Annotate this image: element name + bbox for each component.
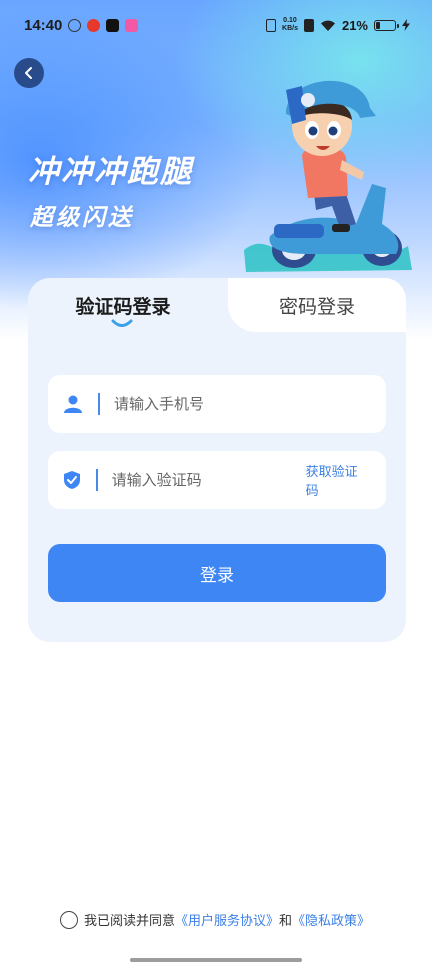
vibrate-icon (266, 18, 277, 32)
brand-title: 冲冲冲跑腿 (28, 154, 193, 190)
tab-active-indicator (111, 319, 133, 327)
app-badge-icon (125, 18, 139, 32)
status-bar: 14:40 0.10 KB/s 21% (0, 0, 432, 50)
phone-field (48, 375, 386, 433)
tiktok-icon (106, 18, 120, 32)
code-field: 获取验证码 (48, 451, 386, 509)
home-indicator[interactable] (130, 958, 302, 962)
login-button[interactable]: 登录 (48, 544, 386, 602)
battery-fill (376, 21, 380, 29)
login-card: 验证码登录 密码登录 获取验证码 登录 (28, 278, 406, 642)
get-code-button[interactable]: 获取验证码 (306, 461, 360, 499)
chevron-left-icon (25, 67, 32, 79)
net-speed-unit: KB/s (282, 25, 298, 32)
tab-password-login[interactable]: 密码登录 (228, 292, 406, 319)
tab-sms-login[interactable]: 验证码登录 (28, 292, 218, 319)
wifi-icon (320, 20, 335, 31)
agreement-and: 和 (279, 914, 293, 929)
charging-icon (402, 19, 410, 31)
delivery-rider-mascot (244, 80, 412, 272)
code-input[interactable] (111, 471, 306, 489)
status-right: 0.10 KB/s 21% (266, 17, 410, 33)
agreement-prefix: 我已阅读并同意 (84, 914, 176, 929)
net-speed: 0.10 KB/s (282, 17, 298, 33)
privacy-policy-link[interactable]: 《隐私政策》 (292, 910, 370, 929)
user-agreement-link[interactable]: 《用户服务协议》 (175, 910, 279, 929)
app-notification-icon (68, 18, 82, 32)
user-icon (62, 393, 84, 415)
brand-subtitle: 超级闪送 (30, 205, 134, 231)
shield-check-icon (62, 469, 82, 491)
weibo-icon (87, 18, 101, 32)
back-button[interactable] (14, 58, 44, 88)
phone-input[interactable] (114, 395, 386, 413)
status-left: 14:40 (24, 16, 139, 34)
no-sim-icon (303, 18, 314, 32)
battery-icon (374, 19, 399, 31)
agreement-checkbox[interactable] (60, 910, 78, 929)
agreement-row: 我已阅读并同意 《用户服务协议》 和 《隐私政策》 (60, 910, 370, 929)
phone-field-divider (98, 393, 100, 415)
status-time: 14:40 (24, 16, 63, 34)
code-field-divider (96, 469, 98, 491)
battery-percent: 21% (341, 17, 368, 33)
net-speed-value: 0.10 (283, 17, 297, 24)
